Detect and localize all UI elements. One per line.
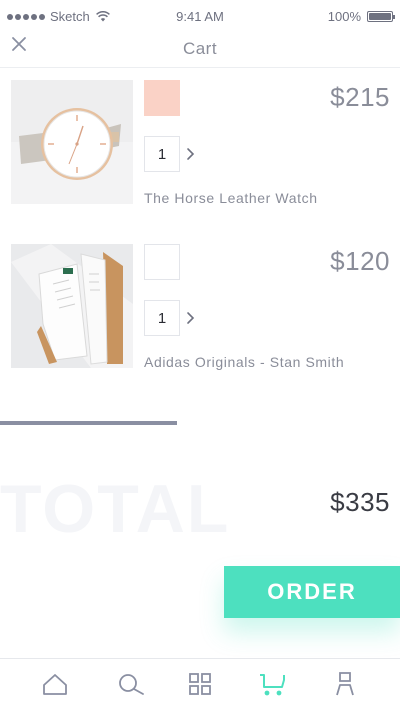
divider	[0, 421, 177, 425]
search-icon[interactable]	[116, 669, 146, 699]
status-bar: Sketch 9:41 AM 100%	[0, 0, 400, 34]
cart-item: 1 $120 Adidas Originals - Stan Smith	[0, 244, 400, 384]
cart-icon[interactable]	[257, 669, 287, 699]
order-button[interactable]: ORDER	[224, 566, 400, 618]
quantity-stepper[interactable]: 1	[144, 136, 180, 172]
sneaker-image[interactable]	[11, 244, 133, 368]
item-price: $215	[330, 82, 390, 112]
battery-percent: 100%	[327, 9, 361, 24]
nav-header: Cart	[0, 30, 400, 68]
chevron-right-icon[interactable]	[184, 144, 198, 164]
color-swatch[interactable]	[144, 244, 180, 280]
item-name[interactable]: Adidas Originals - Stan Smith	[144, 354, 344, 370]
profile-icon[interactable]	[330, 669, 360, 699]
tab-bar	[0, 658, 400, 711]
quantity-stepper[interactable]: 1	[144, 300, 180, 336]
total-label: TOTAL	[0, 471, 231, 547]
watch-image[interactable]	[11, 80, 133, 204]
item-price: $120	[330, 246, 390, 276]
page-title: Cart	[182, 39, 218, 58]
battery-icon	[367, 11, 395, 22]
battery-group: 100%	[327, 9, 395, 24]
chevron-right-icon[interactable]	[184, 308, 198, 328]
home-icon[interactable]	[40, 669, 70, 699]
item-name[interactable]: The Horse Leather Watch	[144, 190, 318, 206]
grid-icon[interactable]	[185, 669, 215, 699]
cart-item: 1 $215 The Horse Leather Watch	[0, 80, 400, 220]
total-amount: $335	[330, 487, 390, 517]
color-swatch[interactable]	[144, 80, 180, 116]
